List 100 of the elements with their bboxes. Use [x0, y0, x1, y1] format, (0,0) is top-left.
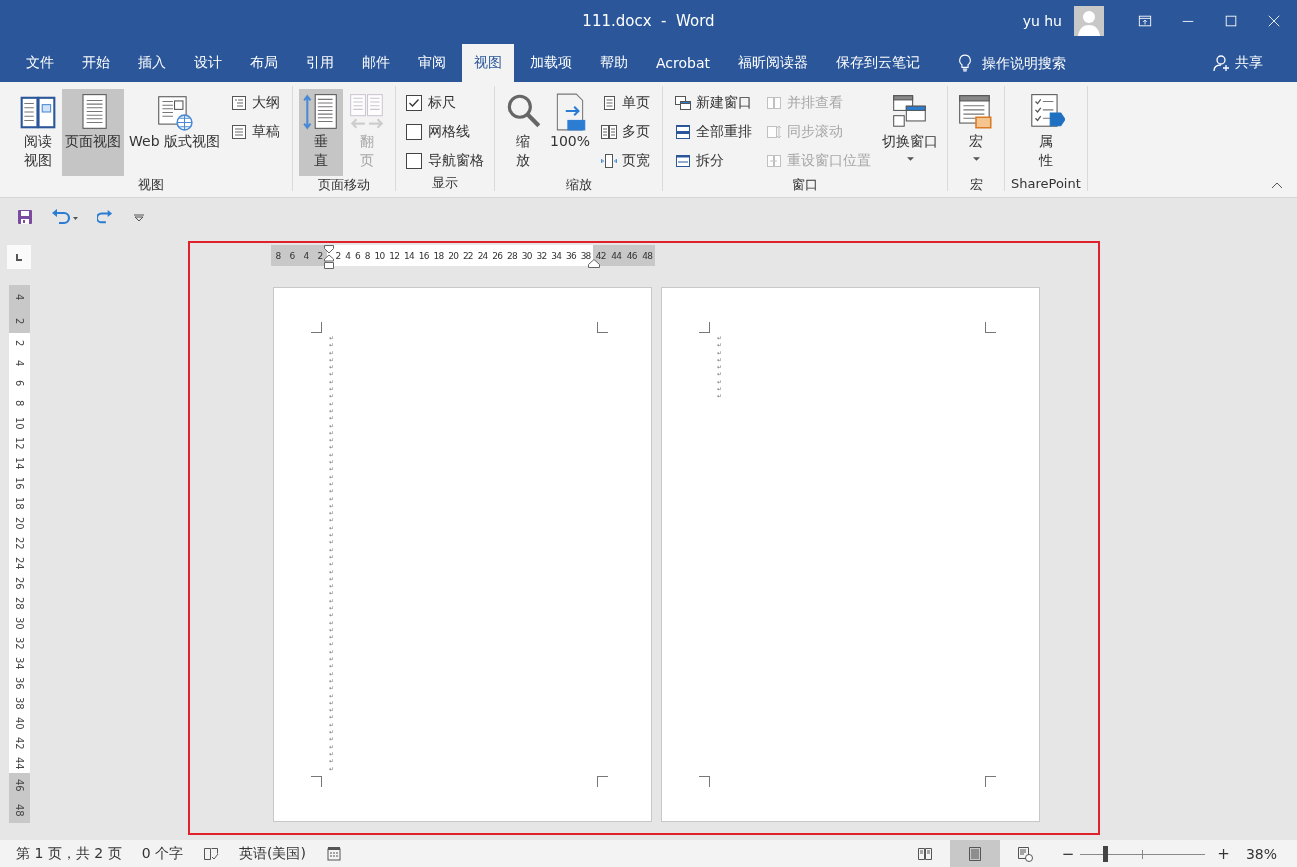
ruler-number: 22	[462, 250, 473, 261]
ribbon-button[interactable]: 页宽	[599, 149, 652, 172]
tell-me-search[interactable]: 操作说明搜索	[982, 44, 1066, 82]
ribbon-button[interactable]: 阅读 视图	[16, 89, 60, 176]
ribbon-tab[interactable]: 设计	[182, 44, 234, 82]
ruler-number: 36	[12, 675, 26, 692]
page-count[interactable]: 第 1 页，共 2 页	[16, 844, 122, 863]
ribbon-button[interactable]: 垂 直	[299, 89, 343, 176]
ruler-number: 10	[12, 415, 26, 432]
zoom-slider-thumb[interactable]	[1102, 845, 1108, 862]
ribbon-button[interactable]: 单页	[599, 91, 652, 114]
ribbon-tab[interactable]: 邮件	[350, 44, 402, 82]
ruler-number: 8	[275, 250, 281, 261]
ribbon-tab[interactable]: 帮助	[588, 44, 640, 82]
checkbox-label: 网格线	[428, 122, 470, 141]
ribbon-tab[interactable]: 保存到云笔记	[824, 44, 932, 82]
ruler-number: 16	[12, 475, 26, 492]
ribbon-button[interactable]: 属 性	[1023, 89, 1068, 176]
ruler-number: 40	[12, 715, 26, 732]
ribbon-button[interactable]: 拆分	[673, 149, 754, 172]
ribbon-tab[interactable]: 插入	[126, 44, 178, 82]
checkbox-box[interactable]	[406, 152, 422, 169]
sync-scroll-icon	[766, 123, 782, 140]
ribbon-button[interactable]: Web 版式视图	[126, 89, 223, 176]
ruler-number: 34	[551, 250, 562, 261]
ruler-number: 34	[12, 655, 26, 672]
ruler-number: 26	[12, 575, 26, 592]
ribbon-button[interactable]: 缩 放	[501, 89, 545, 176]
ruler-number: 32	[536, 250, 547, 261]
side-by-side-icon	[766, 94, 782, 111]
ruler-number: 44	[611, 250, 622, 261]
collapse-ribbon-icon[interactable]	[1271, 181, 1283, 189]
ribbon-button[interactable]: 页面视图	[62, 89, 124, 176]
group-label: SharePoint	[1011, 176, 1081, 193]
tab-selector-icon[interactable]	[7, 245, 31, 269]
ribbon-button[interactable]: 草稿	[229, 120, 282, 143]
share-button[interactable]: 共享	[1207, 44, 1269, 82]
ribbon-tab[interactable]: 文件	[14, 44, 66, 82]
zoom-in-button[interactable]: +	[1211, 844, 1236, 863]
checkbox[interactable]: 标尺	[406, 91, 484, 114]
proofing-icon[interactable]	[203, 845, 219, 862]
zoom-slider[interactable]	[1080, 845, 1206, 862]
print-layout-icon	[966, 845, 983, 862]
zoom-out-button[interactable]: −	[1055, 844, 1081, 863]
group-label: 窗口	[792, 176, 818, 194]
save-icon[interactable]	[17, 208, 33, 225]
ruler-number: 42	[12, 735, 26, 752]
ruler-number: 28	[507, 250, 517, 261]
ribbon-tab[interactable]: 福昕阅读器	[726, 44, 820, 82]
ribbon-display-icon[interactable]	[1138, 14, 1152, 28]
ruler-number: 8	[364, 250, 370, 261]
language[interactable]: 英语(美国)	[239, 844, 306, 863]
view-button[interactable]	[949, 840, 1000, 867]
ribbon-tab[interactable]: 布局	[238, 44, 290, 82]
group-label: 页面移动	[318, 176, 370, 194]
ruler-number: 8	[12, 398, 26, 409]
zoom-percentage[interactable]: 38%	[1245, 845, 1277, 862]
ribbon-button[interactable]: 切换窗口	[879, 89, 941, 176]
undo-icon[interactable]	[51, 208, 79, 225]
checkbox-label: 导航窗格	[428, 151, 484, 170]
macro-record-icon[interactable]	[325, 845, 342, 862]
ruler-number: 20	[12, 515, 26, 532]
ribbon-tab[interactable]: 视图	[462, 44, 514, 82]
vertical-scroll-icon	[302, 92, 340, 132]
ruler-number: 42	[595, 250, 606, 261]
ribbon-button[interactable]: 新建窗口	[673, 91, 754, 114]
right-indent-marker-icon[interactable]	[588, 259, 600, 268]
checkbox-box[interactable]	[406, 123, 422, 140]
ruler-number: 30	[521, 250, 532, 261]
ruler-number: 14	[404, 250, 414, 261]
ruler-number: 18	[433, 250, 444, 261]
outline-icon	[231, 94, 247, 111]
user-name[interactable]: yu hu	[1022, 13, 1062, 29]
ruler-number: 38	[12, 695, 26, 712]
word-count[interactable]: 0 个字	[141, 844, 183, 863]
new-window-icon	[675, 94, 691, 111]
redo-icon[interactable]	[97, 208, 113, 225]
close-icon[interactable]	[1267, 14, 1281, 28]
maximize-icon[interactable]	[1224, 14, 1238, 28]
ribbon-tab[interactable]: 开始	[70, 44, 122, 82]
group-label: 缩放	[565, 176, 592, 194]
ruler-number: 4	[12, 358, 26, 369]
ruler-number: 12	[12, 435, 26, 452]
ribbon-button[interactable]: 多页	[599, 120, 652, 143]
checkbox-box[interactable]	[406, 94, 422, 111]
checkbox[interactable]: 导航窗格	[406, 149, 484, 172]
ribbon-tab[interactable]: Acrobat	[644, 44, 722, 82]
ribbon-tab[interactable]: 审阅	[406, 44, 458, 82]
ruler-number: 10	[374, 250, 385, 261]
ribbon-button[interactable]: 全部重排	[673, 120, 754, 143]
ribbon-tab[interactable]: 加载项	[518, 44, 584, 82]
ribbon-button[interactable]: 宏	[954, 89, 998, 176]
indent-marker-icon[interactable]	[324, 245, 334, 269]
ruler-number: 6	[289, 250, 295, 261]
checkbox[interactable]: 网格线	[406, 120, 484, 143]
ribbon-button[interactable]: 大纲	[229, 91, 282, 114]
ribbon-button[interactable]: 100%	[547, 89, 593, 176]
ribbon-tab[interactable]: 引用	[294, 44, 346, 82]
ruler-number: 2	[12, 338, 26, 349]
multiple-pages-icon	[601, 123, 617, 140]
